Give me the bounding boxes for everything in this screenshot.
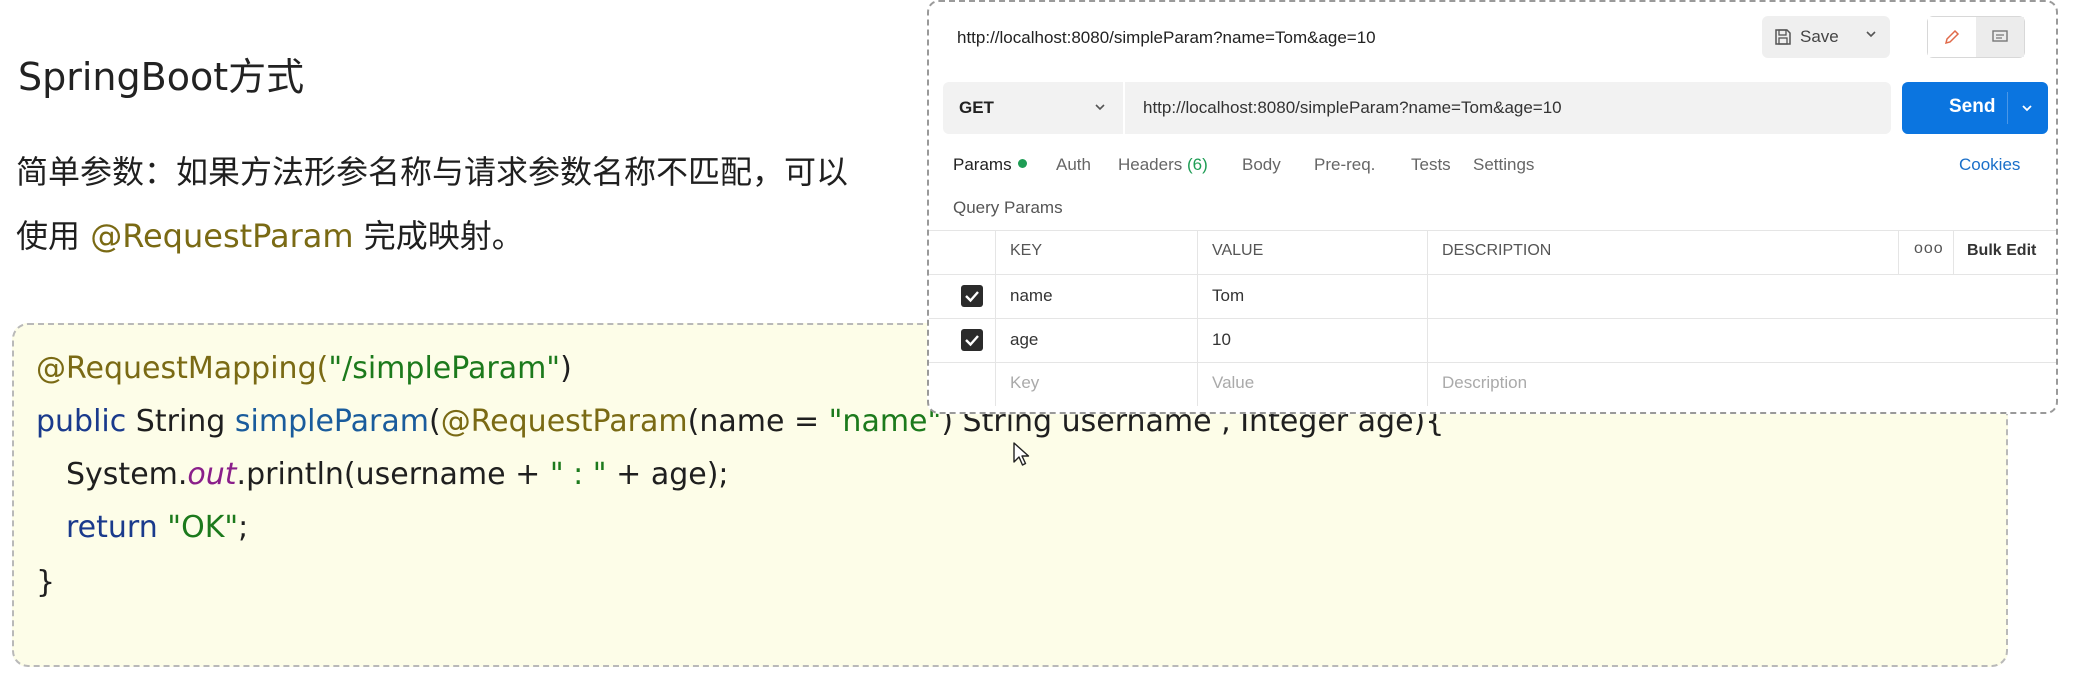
code-string: "/simpleParam"	[328, 351, 561, 386]
request-bar: GET http://localhost:8080/simpleParam?na…	[943, 82, 1891, 134]
new-description-input[interactable]: Description	[1442, 373, 1527, 393]
comment-icon	[1992, 30, 2008, 42]
active-dot-icon	[1017, 159, 1027, 168]
mouse-cursor-icon	[1013, 442, 1030, 466]
save-icon	[1775, 29, 1791, 45]
table-border	[1898, 230, 1899, 274]
param-value-cell[interactable]: Tom	[1212, 286, 1244, 306]
desc-suffix: 完成映射。	[353, 217, 524, 255]
cookies-link[interactable]: Cookies	[1959, 155, 2020, 175]
row-checkbox[interactable]	[961, 285, 983, 307]
code-text: (	[428, 404, 441, 439]
param-key-cell[interactable]: name	[1010, 286, 1053, 306]
headers-count: (6)	[1187, 155, 1208, 174]
code-keyword: return	[66, 510, 158, 545]
tab-label: Headers	[1118, 155, 1183, 174]
desc-prefix: 使用	[16, 217, 91, 255]
divider	[2007, 92, 2008, 124]
table-border	[995, 230, 996, 406]
code-text: + age);	[606, 457, 729, 492]
tab-label: Params	[953, 155, 1012, 174]
send-button[interactable]: Send	[1902, 82, 2048, 134]
column-header-description: DESCRIPTION	[1442, 242, 1552, 259]
tab-tests[interactable]: Tests	[1411, 155, 1451, 175]
table-border	[1953, 230, 1954, 274]
code-annotation: @RequestMapping(	[36, 351, 329, 386]
code-line-5: }	[36, 565, 56, 600]
code-text: System.	[66, 457, 188, 492]
code-method-name: simpleParam	[234, 404, 429, 439]
checkmark-icon	[965, 335, 979, 347]
postman-panel: http://localhost:8080/simpleParam?name=T…	[927, 0, 2058, 414]
save-button[interactable]: Save	[1762, 16, 1890, 58]
code-field: out	[187, 457, 237, 492]
checkmark-icon	[965, 291, 979, 303]
code-line-3: System.out.println(username + " : " + ag…	[66, 457, 729, 492]
save-label: Save	[1800, 27, 1839, 46]
row-checkbox[interactable]	[961, 329, 983, 351]
table-border	[1197, 230, 1198, 406]
column-header-value: VALUE	[1212, 242, 1264, 259]
tab-headers[interactable]: Headers (6)	[1118, 155, 1208, 175]
method-select[interactable]: GET	[959, 98, 994, 118]
chevron-down-icon[interactable]	[1864, 27, 1878, 41]
tab-body[interactable]: Body	[1242, 155, 1281, 175]
table-border	[929, 274, 2056, 275]
edit-mode-button[interactable]	[1928, 17, 1976, 57]
tab-prereq[interactable]: Pre-req.	[1314, 155, 1375, 175]
description-line-1: 简单参数：如果方法形参名称与请求参数名称不匹配，可以	[16, 153, 849, 191]
code-string: "name"	[828, 404, 942, 439]
request-tab-title[interactable]: http://localhost:8080/simpleParam?name=T…	[957, 28, 1376, 48]
code-text: String	[126, 404, 235, 439]
code-text: (name =	[687, 404, 829, 439]
table-border	[1427, 230, 1428, 406]
url-input[interactable]: http://localhost:8080/simpleParam?name=T…	[1143, 98, 1562, 118]
table-border	[929, 362, 2056, 363]
code-keyword: public	[36, 404, 127, 439]
pencil-icon	[1944, 29, 1960, 45]
request-param-highlight: @RequestParam	[90, 217, 354, 255]
query-params-title: Query Params	[953, 198, 1063, 217]
code-string: " : "	[549, 457, 607, 492]
view-toggle-group	[1927, 16, 2025, 58]
table-border	[929, 230, 2056, 231]
divider	[1123, 82, 1125, 134]
comment-mode-button[interactable]	[1976, 17, 2024, 57]
code-text: )	[560, 351, 572, 386]
new-key-input[interactable]: Key	[1010, 373, 1039, 393]
tab-auth[interactable]: Auth	[1056, 155, 1091, 175]
param-key-cell[interactable]: age	[1010, 330, 1038, 350]
slide-heading: SpringBoot方式	[18, 55, 305, 99]
slide-description: 简单参数：如果方法形参名称与请求参数名称不匹配，可以 使用 @RequestPa…	[16, 140, 916, 268]
code-line-1: @RequestMapping("/simpleParam")	[36, 351, 572, 386]
bulk-edit-button[interactable]: Bulk Edit	[1967, 242, 2036, 260]
new-value-input[interactable]: Value	[1212, 373, 1254, 393]
code-text: ;	[238, 510, 249, 545]
param-value-cell[interactable]: 10	[1212, 330, 1231, 350]
send-label: Send	[1949, 96, 1996, 117]
code-text: .println(username +	[236, 457, 550, 492]
tab-params[interactable]: Params	[953, 155, 1027, 175]
more-options-icon[interactable]: ooo	[1914, 240, 1944, 258]
chevron-down-icon[interactable]	[2020, 101, 2034, 115]
code-line-4: return "OK";	[66, 510, 248, 545]
column-header-key: KEY	[1010, 242, 1043, 259]
code-string: "OK"	[167, 510, 239, 545]
chevron-down-icon[interactable]	[1093, 100, 1107, 114]
tab-settings[interactable]: Settings	[1473, 155, 1534, 175]
description-line-2: 使用 @RequestParam 完成映射。	[16, 204, 916, 268]
code-annotation: @RequestParam	[440, 404, 688, 439]
table-border	[929, 318, 2056, 319]
